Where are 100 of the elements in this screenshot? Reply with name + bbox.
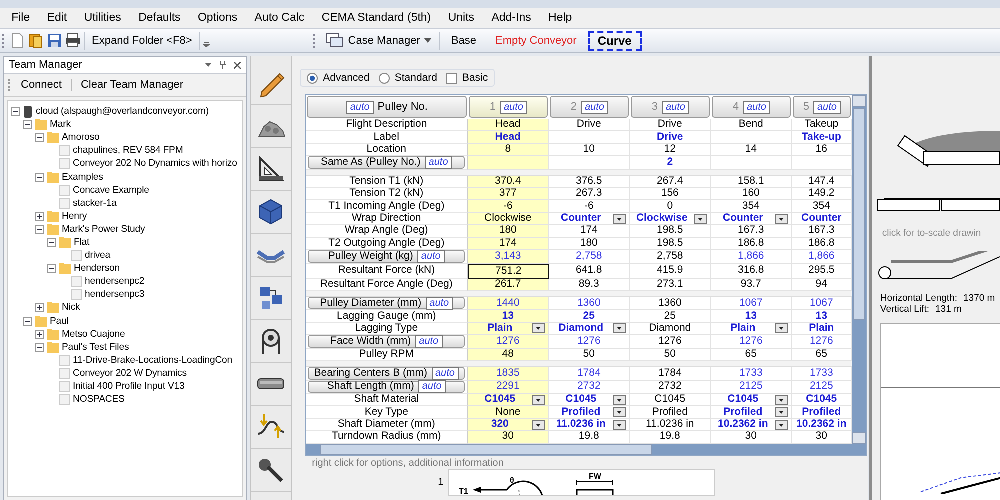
dropdown-field[interactable]: 11.0236 in [549,418,630,432]
case-tab[interactable]: Curve [588,30,642,50]
dropdown-field[interactable]: Clockwise [630,212,712,226]
dropdown-caret-icon[interactable] [613,214,626,224]
dropdown-field[interactable]: Profiled [549,406,630,419]
column-header[interactable]: 2 auto [550,96,630,118]
case-tab[interactable]: Base [443,32,485,48]
row-button[interactable]: Face Width (mm) auto [308,335,466,348]
save-icon[interactable] [47,33,62,48]
auto-button[interactable]: auto [580,100,608,114]
dropdown-caret-icon[interactable] [775,323,788,334]
vertical-scrollbar[interactable] [852,95,866,444]
toolbar-grip[interactable] [313,34,318,48]
auto-button[interactable]: auto [424,156,452,169]
menu-item[interactable]: Units [440,10,484,26]
tree-item[interactable]: Paul [50,316,69,327]
checkbox[interactable] [446,72,458,84]
dropdown-caret-icon[interactable] [532,420,546,430]
dropdown-caret-icon[interactable] [613,407,626,418]
collapse-icon[interactable] [35,224,44,234]
column-header[interactable]: 5 auto [793,96,852,118]
collapse-icon[interactable] [23,120,32,130]
tree-item[interactable]: cloud (alspaugh@overlandconveyor.com) [36,106,209,118]
tree-item[interactable]: 11-Drive-Brake-Locations-LoadingCon [73,354,232,366]
menu-item[interactable]: Utilities [76,10,130,26]
auto-button[interactable]: auto [500,100,528,114]
tree-item[interactable]: Conveyor 202 No Dynamics with horizo [73,158,238,170]
tree-item[interactable]: Nick [62,302,80,314]
dropdown-field[interactable]: Counter [711,212,792,226]
header-button[interactable]: auto Pulley No. [307,96,468,118]
triangle-ruler-icon[interactable] [256,154,286,184]
radio-button[interactable] [378,72,390,84]
tree-item[interactable]: Mark's Power Study [62,224,146,235]
expand-folder-button[interactable]: Expand Folder <F8> [88,32,196,48]
dropdown-caret-icon[interactable] [532,394,546,405]
auto-button[interactable]: auto [415,334,443,348]
tree-item[interactable]: Amoroso [62,132,100,144]
dropdown-field[interactable]: Plain [711,322,792,336]
dropdown-caret-icon[interactable] [532,323,546,334]
column-header[interactable]: 3 auto [631,96,710,118]
dropdown-caret-icon[interactable] [775,407,788,418]
tree-item[interactable]: hendersenpc2 [85,276,145,288]
menu-item[interactable]: Auto Calc [246,10,314,26]
tree-item[interactable]: Initial 400 Profile Input V13 [73,381,185,392]
tree-item[interactable]: Examples [62,172,104,183]
toolbar-link[interactable]: Connect [18,79,65,91]
document-icon[interactable] [11,32,25,48]
menu-item[interactable]: Add-Ins [483,10,540,26]
pin-icon[interactable] [220,61,226,69]
auto-button[interactable]: auto [662,100,690,114]
dropdown-field[interactable]: C1045 [468,394,550,406]
dropdown-field[interactable]: Plain [468,322,550,336]
toolbar-link[interactable]: Clear Team Manager [78,79,186,91]
tree-item[interactable]: chapulines, REV 584 FPM [73,145,184,156]
auto-button[interactable]: auto [418,380,446,394]
tree-item[interactable]: Mark [50,119,71,130]
tree-item[interactable]: Concave Example [73,184,150,196]
print-icon[interactable] [65,33,81,48]
dropdown-field[interactable]: C1045 [711,394,792,406]
collapse-icon[interactable] [47,238,56,247]
dropdown-caret-icon[interactable] [694,214,708,224]
case-manager-button[interactable]: Case Manager [322,31,436,50]
dropdown-caret-icon[interactable] [613,420,626,430]
menu-item[interactable]: Defaults [130,10,190,26]
expand-icon[interactable] [35,303,44,312]
dropdown-icon[interactable] [205,63,212,67]
dropdown-caret-icon[interactable] [775,394,788,405]
menu-item[interactable]: Options [189,10,246,26]
row-button[interactable]: Pulley Weight (kg) auto [308,250,466,263]
dropdown-caret-icon[interactable] [613,394,626,405]
row-button[interactable]: Bearing Centers B (mm) auto [308,367,466,380]
case-tab[interactable]: Empty Conveyor [488,32,585,48]
menu-item[interactable]: Edit [38,10,76,26]
menu-item[interactable]: CEMA Standard (5th) [313,10,440,26]
tree-item[interactable]: Paul's Test Files [62,342,130,353]
toolbar-grip[interactable] [2,34,6,48]
dropdown-field[interactable]: Profiled [711,406,792,419]
auto-button[interactable]: auto [346,100,374,114]
collapse-icon[interactable] [47,264,56,274]
dropdown-field[interactable]: Counter [549,212,630,226]
tree-item[interactable]: Henry [62,210,88,222]
column-header[interactable]: 4 auto [712,96,792,118]
horizontal-scrollbar[interactable] [306,444,866,455]
auto-button[interactable]: auto [426,296,454,310]
tree-item[interactable]: Flat [74,236,90,248]
auto-button[interactable]: auto [813,100,841,114]
menu-item[interactable]: File [3,10,39,26]
row-button[interactable]: Same As (Pulley No.) auto [308,156,466,169]
dropdown-field[interactable]: 10.2362 in [711,418,792,432]
folder-icon[interactable] [28,32,44,48]
dropdown-caret-icon[interactable] [613,323,626,334]
dropdown-field[interactable]: 320 [468,418,550,432]
tree-item[interactable]: stacker-1a [73,198,117,209]
dropdown-caret-icon[interactable] [775,420,788,430]
collapse-icon[interactable] [35,342,44,352]
collapse-icon[interactable] [11,107,20,116]
tree-item[interactable]: hendersenpc3 [85,289,145,300]
radio-button[interactable] [307,72,318,84]
auto-button[interactable]: auto [742,100,770,114]
auto-button[interactable]: auto [417,250,445,263]
